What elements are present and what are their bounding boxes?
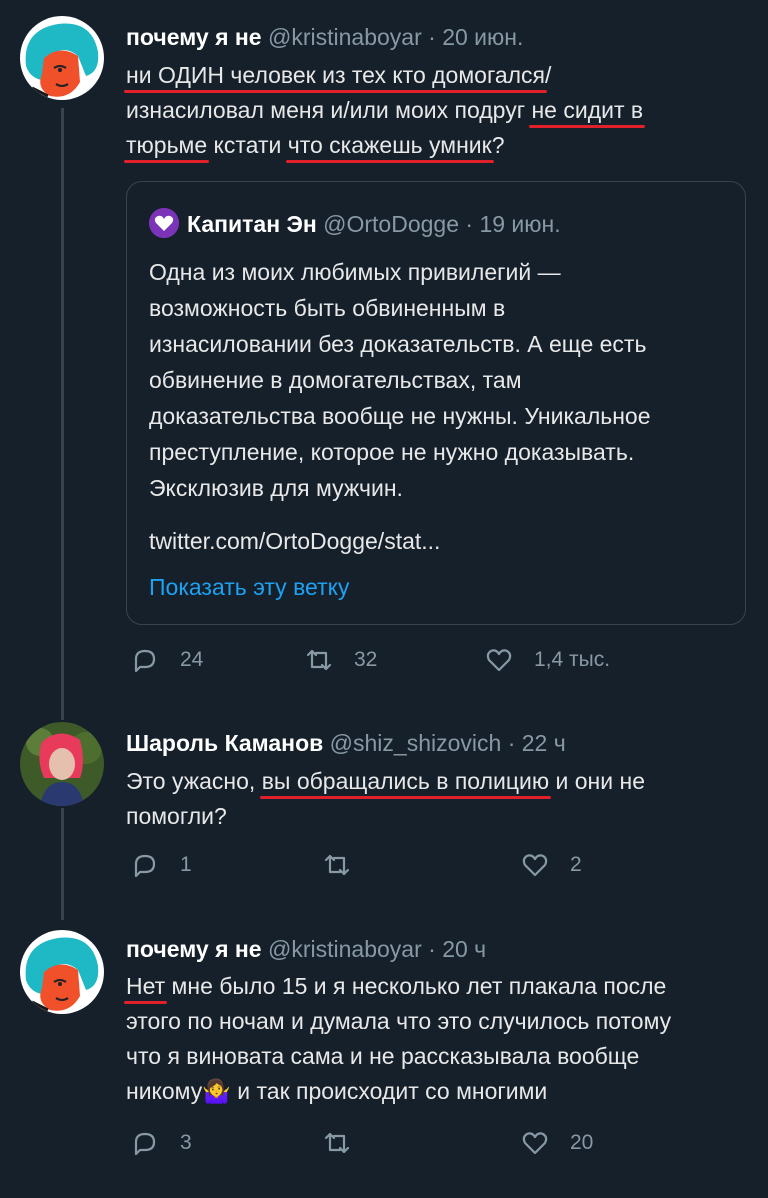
display-name[interactable]: почему я не xyxy=(126,24,262,50)
text-segment: этого по ночам и думала что это случилос… xyxy=(126,1008,672,1034)
heart-icon xyxy=(522,854,548,877)
quoted-tweet-link[interactable]: twitter.com/OrtoDogge/stat... xyxy=(149,528,440,555)
tweet-actions: 1 2 xyxy=(126,850,746,890)
text-line: помогли? xyxy=(126,799,746,834)
avatar[interactable] xyxy=(20,722,104,806)
reply-button[interactable]: 3 xyxy=(130,1128,192,1158)
text-line: Эксклюзив для мужчин. xyxy=(149,475,403,501)
like-count: 2 xyxy=(570,853,582,876)
user-handle[interactable]: @kristinaboyar xyxy=(268,936,422,962)
underlined-text: ни ОДИН человек из тех кто домогался xyxy=(126,62,545,88)
display-name[interactable]: почему я не xyxy=(126,936,262,962)
text-line: преступление, которое не нужно доказыват… xyxy=(149,439,635,465)
retweet-button[interactable]: 32 xyxy=(304,645,377,675)
quoted-timestamp[interactable]: 19 июн. xyxy=(479,211,560,237)
underlined-text: что скажешь умник xyxy=(287,132,492,158)
reply-count: 1 xyxy=(180,853,192,876)
tweet[interactable]: почему я не @kristinaboyar · 20 ч Нет мн… xyxy=(0,924,768,1198)
text-segment: Это ужасно, xyxy=(126,768,262,794)
text-line: ни ОДИН человек из тех кто домогался/ xyxy=(126,58,746,93)
text-line: Одна из моих любимых привилегий — xyxy=(149,259,561,285)
like-button[interactable]: 20 xyxy=(520,1128,593,1158)
reply-count: 3 xyxy=(180,1131,192,1154)
retweet-button[interactable] xyxy=(322,1128,372,1158)
text-segment: что я виновата сама и не рассказывала во… xyxy=(126,1043,640,1069)
tweet[interactable]: почему я не @kristinaboyar · 20 июн. ни … xyxy=(0,0,768,700)
user-handle[interactable]: @shiz_shizovich xyxy=(330,730,502,756)
user-handle[interactable]: @kristinaboyar xyxy=(268,24,422,50)
text-segment: кстати xyxy=(207,132,288,158)
avatar[interactable] xyxy=(20,16,104,100)
text-line: Нет мне было 15 и я несколько лет плакал… xyxy=(126,969,746,1004)
tweet-text: ни ОДИН человек из тех кто домогался/ из… xyxy=(126,58,746,163)
text-line: обвинение в домогательствах, там xyxy=(149,367,522,393)
text-line: никому🤷‍♀️ и так происходит со многими xyxy=(126,1074,746,1109)
timestamp[interactable]: 20 ч xyxy=(442,936,486,962)
reply-count: 24 xyxy=(180,648,204,671)
like-count: 1,4 тыс. xyxy=(534,648,611,671)
text-segment: изнасиловал меня и/или моих подруг xyxy=(126,97,532,123)
like-count: 20 xyxy=(570,1131,594,1154)
show-thread-link[interactable]: Показать эту ветку xyxy=(149,574,349,601)
separator-dot: · xyxy=(465,211,474,237)
heart-icon xyxy=(522,1132,548,1155)
quoted-tweet-header: Капитан Эн @OrtoDogge · 19 июн. xyxy=(149,208,561,238)
display-name[interactable]: Шароль Каманов xyxy=(126,730,323,756)
timestamp[interactable]: 20 июн. xyxy=(442,24,523,50)
retweet-count: 32 xyxy=(354,648,378,671)
text-segment: / xyxy=(545,62,552,88)
tweet-header: Шароль Каманов @shiz_shizovich · 22 ч xyxy=(126,730,566,757)
text-line: этого по ночам и думала что это случилос… xyxy=(126,1004,746,1039)
separator-dot: · xyxy=(507,730,516,756)
like-button[interactable]: 1,4 тыс. xyxy=(484,645,610,675)
reply-button[interactable]: 1 xyxy=(130,850,192,880)
text-line: доказательства вообще не нужны. Уникальн… xyxy=(149,403,651,429)
quoted-user-handle[interactable]: @OrtoDogge xyxy=(323,211,459,237)
tweet-text: Нет мне было 15 и я несколько лет плакал… xyxy=(126,969,746,1109)
retweet-icon xyxy=(324,1132,350,1154)
tweet-header: почему я не @kristinaboyar · 20 ч xyxy=(126,936,486,963)
quoted-tweet-text: Одна из моих любимых привилегий — возмож… xyxy=(149,254,729,506)
text-line: Это ужасно, вы обращались в полицию и он… xyxy=(126,764,746,799)
text-segment: ? xyxy=(491,132,505,158)
reply-icon xyxy=(134,854,156,878)
like-button[interactable]: 2 xyxy=(520,850,582,880)
text-line: изнасиловал меня и/или моих подруг не си… xyxy=(126,93,746,128)
retweet-icon xyxy=(306,649,332,671)
tweet-actions: 3 20 xyxy=(126,1128,746,1168)
text-line: тюрьме кстати что скажешь умник? xyxy=(126,128,746,163)
text-line: возможность быть обвиненным в xyxy=(149,295,506,321)
reply-button[interactable]: 24 xyxy=(130,645,203,675)
tweet-text: Это ужасно, вы обращались в полицию и он… xyxy=(126,764,746,834)
text-segment: никому🤷‍♀️ и так происходит со многими xyxy=(126,1078,548,1104)
text-line: что я виновата сама и не рассказывала во… xyxy=(126,1039,746,1074)
text-segment: и они не xyxy=(549,768,645,794)
underlined-text: тюрьме xyxy=(126,132,208,158)
reply-icon xyxy=(134,1132,156,1156)
underlined-text: не сидит в xyxy=(531,97,644,123)
text-segment: помогли? xyxy=(126,803,227,829)
quoted-tweet[interactable]: Капитан Эн @OrtoDogge · 19 июн. Одна из … xyxy=(126,181,746,625)
retweet-icon xyxy=(324,854,350,876)
tweet-actions: 24 32 1,4 тыс. xyxy=(126,645,746,685)
avatar[interactable] xyxy=(20,930,104,1014)
timestamp[interactable]: 22 ч xyxy=(522,730,566,756)
text-line: изнасиловании без доказательств. А еще е… xyxy=(149,331,647,357)
heart-icon xyxy=(486,649,512,672)
heart-avatar-icon[interactable] xyxy=(149,208,179,238)
retweet-button[interactable] xyxy=(322,850,372,880)
tweet-header: почему я не @kristinaboyar · 20 июн. xyxy=(126,24,523,51)
underlined-text: вы обращались в полицию xyxy=(261,768,550,794)
reply-icon xyxy=(134,649,156,673)
separator-dot: · xyxy=(428,936,436,962)
tweet[interactable]: Шароль Каманов @shiz_shizovich · 22 ч Эт… xyxy=(0,720,768,900)
text-segment: мне было 15 и я несколько лет плакала по… xyxy=(165,973,667,999)
separator-dot: · xyxy=(428,24,436,50)
underlined-text: Нет xyxy=(126,973,166,999)
quoted-display-name[interactable]: Капитан Эн xyxy=(187,211,317,237)
